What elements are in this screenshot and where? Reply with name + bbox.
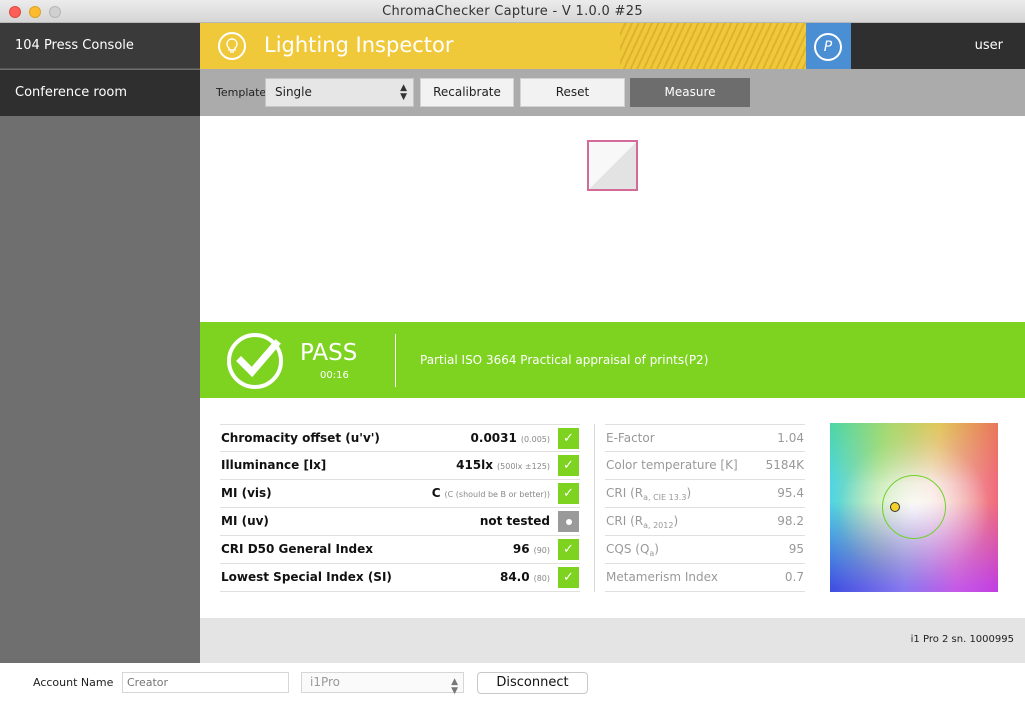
not-tested-dot-icon bbox=[558, 511, 579, 532]
user-area[interactable]: user bbox=[851, 23, 1025, 69]
bottom-bar: Account Name i1Pro ▲▼ Disconnect bbox=[0, 663, 1025, 701]
measurement-point bbox=[890, 502, 900, 512]
sidebar-item-press-console[interactable]: 104 Press Console bbox=[0, 23, 200, 69]
detail-name: CRI (Ra, 2012) bbox=[606, 514, 679, 530]
measurement-swatch[interactable] bbox=[587, 140, 638, 191]
pass-check-icon: ✓ bbox=[558, 455, 579, 476]
pass-check-icon: ✓ bbox=[558, 567, 579, 588]
detail-value: 98.2 bbox=[777, 514, 804, 528]
template-label: Template bbox=[216, 86, 267, 99]
checkmark-circle-icon bbox=[226, 332, 284, 390]
metric-name: Chromacity offset (u'v') bbox=[221, 431, 380, 445]
detail-value: 95.4 bbox=[777, 486, 804, 500]
measure-button[interactable]: Measure bbox=[630, 78, 750, 107]
lightbulb-icon bbox=[218, 32, 246, 60]
metric-hint: (0.005) bbox=[520, 435, 550, 444]
metric-name: Lowest Special Index (SI) bbox=[221, 570, 392, 584]
table-row: CRI (Ra, 2012) 98.2 bbox=[605, 508, 805, 536]
chromaticity-diagram bbox=[830, 423, 998, 592]
detail-name: Color temperature [K] bbox=[606, 458, 738, 472]
banner-divider bbox=[395, 334, 396, 387]
metric-hint: (80) bbox=[533, 574, 550, 583]
device-bar: i1 Pro 2 sn. 1000995 bbox=[200, 618, 1025, 663]
device-select-value: i1Pro bbox=[310, 675, 341, 689]
column-divider bbox=[594, 424, 595, 592]
result-banner: PASS 00:16 Partial ISO 3664 Practical ap… bbox=[200, 322, 1025, 398]
detail-name: Metamerism Index bbox=[606, 570, 718, 584]
sidebar-item-conference-room[interactable]: Conference room bbox=[0, 70, 200, 116]
metric-value: 84.0 bbox=[499, 570, 530, 584]
updown-chevron-icon: ▲ ▼ bbox=[451, 677, 458, 696]
table-row: MI (vis) C (C (should be B or better)) ✓ bbox=[220, 480, 580, 508]
detail-name: CQS (Qa) bbox=[606, 542, 659, 558]
device-serial: i1 Pro 2 sn. 1000995 bbox=[910, 634, 1014, 645]
result-time: 00:16 bbox=[320, 370, 349, 381]
sidebar: 104 Press Console Conference room bbox=[0, 23, 200, 663]
app-header: Lighting Inspector P user bbox=[200, 23, 1025, 69]
pass-check-icon: ✓ bbox=[558, 428, 579, 449]
p-logo-icon: P bbox=[814, 33, 842, 61]
measurement-preview bbox=[200, 116, 1025, 322]
table-row: CRI D50 General Index 96 (90) ✓ bbox=[220, 536, 580, 564]
metric-value: not tested bbox=[479, 514, 550, 528]
metric-value: 415lx bbox=[456, 458, 494, 472]
header-banner: Lighting Inspector bbox=[200, 23, 806, 69]
toolbar: Template Single ▲ ▼ Recalibrate Reset Mea… bbox=[200, 69, 1025, 116]
metric-hint: (500lx ±125) bbox=[497, 462, 550, 471]
detail-value: 5184K bbox=[765, 458, 804, 472]
metrics-table: Chromacity offset (u'v') 0.0031 (0.005) ✓… bbox=[220, 424, 580, 592]
pass-check-icon: ✓ bbox=[558, 539, 579, 560]
detail-name: E-Factor bbox=[606, 431, 655, 445]
table-row: Metamerism Index 0.7 bbox=[605, 564, 805, 592]
window-title: ChromaChecker Capture - V 1.0.0 #25 bbox=[382, 4, 643, 19]
pass-check-icon: ✓ bbox=[558, 483, 579, 504]
metric-hint: (90) bbox=[533, 546, 550, 555]
disconnect-button[interactable]: Disconnect bbox=[477, 672, 588, 694]
header-stripes bbox=[620, 23, 806, 69]
table-row: Illuminance [lx] 415lx (500lx ±125) ✓ bbox=[220, 452, 580, 480]
reset-button[interactable]: Reset bbox=[520, 78, 625, 107]
detail-value: 95 bbox=[788, 542, 804, 556]
table-row: MI (uv) not tested bbox=[220, 508, 580, 536]
metric-name: MI (uv) bbox=[221, 514, 269, 528]
chroma-gradient-top bbox=[830, 423, 998, 483]
metric-hint: (C (should be B or better)) bbox=[444, 490, 550, 499]
table-row: CQS (Qa) 95 bbox=[605, 536, 805, 564]
logo-tile[interactable]: P bbox=[806, 23, 851, 69]
page-title: Lighting Inspector bbox=[264, 33, 454, 57]
table-row: Chromacity offset (u'v') 0.0031 (0.005) ✓ bbox=[220, 424, 580, 452]
metric-value: C bbox=[431, 486, 441, 500]
table-row: CRI (Ra, CIE 13.3) 95.4 bbox=[605, 480, 805, 508]
title-bar: ChromaChecker Capture - V 1.0.0 #25 bbox=[0, 0, 1025, 23]
table-row: Lowest Special Index (SI) 84.0 (80) ✓ bbox=[220, 564, 580, 592]
template-select-value: Single bbox=[275, 85, 312, 99]
metric-value: 96 bbox=[512, 542, 530, 556]
user-label: user bbox=[974, 38, 1003, 53]
updown-chevron-icon: ▲ ▼ bbox=[400, 83, 407, 102]
metric-name: Illuminance [lx] bbox=[221, 458, 327, 472]
result-description: Partial ISO 3664 Practical appraisal of … bbox=[420, 353, 709, 367]
table-row: E-Factor 1.04 bbox=[605, 424, 805, 452]
detail-value: 0.7 bbox=[784, 570, 804, 584]
metric-name: CRI D50 General Index bbox=[221, 542, 373, 556]
results-panel: Chromacity offset (u'v') 0.0031 (0.005) ✓… bbox=[200, 398, 1025, 618]
metric-value: 0.0031 bbox=[470, 431, 517, 445]
details-table: E-Factor 1.04 Color temperature [K] 5184… bbox=[605, 424, 805, 592]
device-select[interactable]: i1Pro ▲ ▼ bbox=[301, 672, 464, 696]
detail-value: 1.04 bbox=[777, 431, 804, 445]
account-name-input[interactable] bbox=[122, 672, 289, 693]
recalibrate-button[interactable]: Recalibrate bbox=[420, 78, 514, 107]
account-name-label: Account Name bbox=[33, 676, 114, 689]
table-row: Color temperature [K] 5184K bbox=[605, 452, 805, 480]
detail-name: CRI (Ra, CIE 13.3) bbox=[606, 486, 692, 502]
metric-name: MI (vis) bbox=[221, 486, 272, 500]
result-status: PASS bbox=[300, 340, 358, 366]
template-select[interactable]: Single ▲ ▼ bbox=[265, 78, 414, 107]
